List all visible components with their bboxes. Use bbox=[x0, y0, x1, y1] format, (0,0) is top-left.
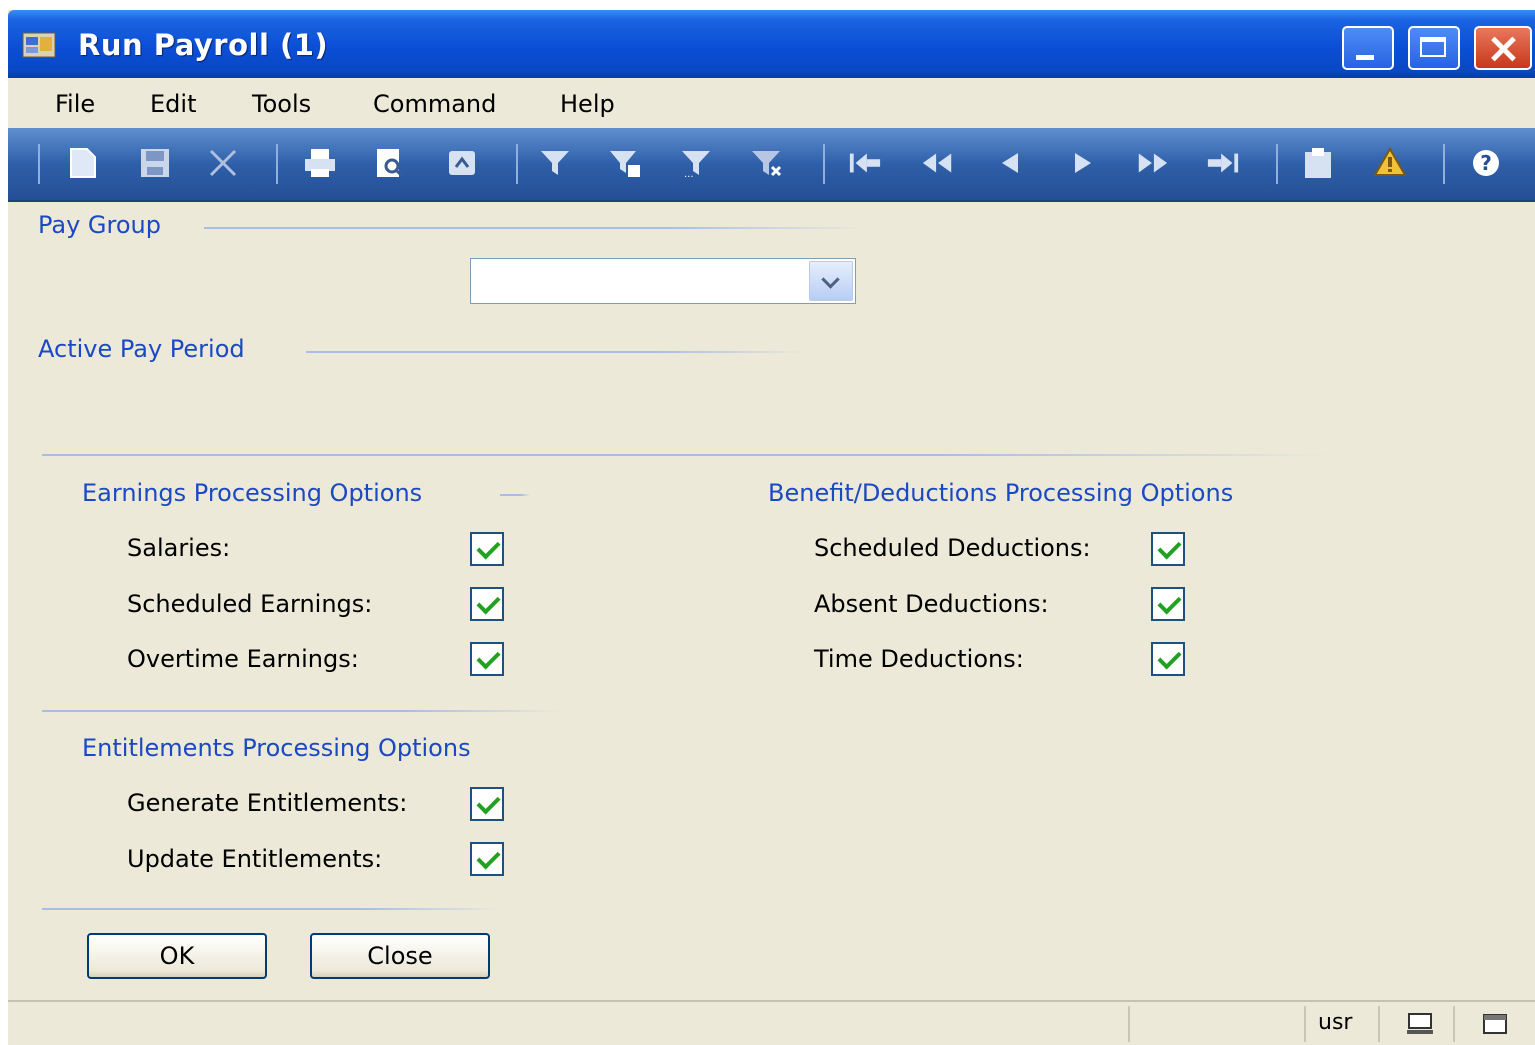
toolbar-separator bbox=[1276, 144, 1278, 184]
menu-file[interactable]: File bbox=[55, 90, 95, 118]
active-pay-period-title: Active Pay Period bbox=[38, 335, 245, 363]
menu-command[interactable]: Command bbox=[373, 90, 496, 118]
chevron-down-icon[interactable] bbox=[809, 261, 853, 301]
svg-text:...: ... bbox=[684, 169, 694, 179]
status-separator bbox=[1304, 1006, 1306, 1042]
overtime-earnings-checkbox[interactable] bbox=[470, 642, 504, 676]
toolbar-separator bbox=[38, 144, 40, 184]
app-icon bbox=[22, 32, 56, 58]
scheduled-earnings-checkbox[interactable] bbox=[470, 587, 504, 621]
toolbar-separator bbox=[516, 144, 518, 184]
pay-group-dropdown[interactable] bbox=[470, 258, 856, 304]
close-window-button[interactable] bbox=[1474, 26, 1532, 70]
deductions-options-title: Benefit/Deductions Processing Options bbox=[768, 479, 1234, 507]
run-payroll-window: Run Payroll (1) File Edit Tools Command … bbox=[8, 10, 1535, 1045]
section-divider bbox=[42, 454, 1332, 456]
print-icon[interactable] bbox=[303, 146, 337, 180]
scheduled-deductions-label: Scheduled Deductions: bbox=[814, 534, 1091, 562]
status-separator bbox=[1453, 1006, 1455, 1042]
new-icon[interactable] bbox=[66, 146, 100, 180]
next-page-icon[interactable] bbox=[1135, 146, 1169, 180]
entitlements-options-title: Entitlements Processing Options bbox=[82, 734, 471, 762]
print-preview-icon[interactable] bbox=[373, 146, 407, 180]
next-record-icon[interactable] bbox=[1066, 146, 1100, 180]
window-title: Run Payroll (1) bbox=[78, 28, 329, 62]
network-icon bbox=[1407, 1013, 1433, 1034]
time-deductions-checkbox[interactable] bbox=[1151, 642, 1185, 676]
ok-button[interactable]: OK bbox=[87, 933, 267, 979]
toolbar: ... ? bbox=[8, 128, 1535, 202]
update-entitlements-checkbox[interactable] bbox=[470, 842, 504, 876]
earnings-options-title: Earnings Processing Options bbox=[82, 479, 423, 507]
salaries-checkbox[interactable] bbox=[470, 532, 504, 566]
section-divider bbox=[306, 351, 806, 353]
generate-entitlements-label: Generate Entitlements: bbox=[127, 789, 408, 817]
section-divider bbox=[204, 227, 864, 229]
status-separator bbox=[1128, 1006, 1130, 1042]
title-bar[interactable]: Run Payroll (1) bbox=[8, 10, 1535, 78]
status-bar: usr bbox=[8, 1000, 1535, 1045]
alert-bell-icon[interactable] bbox=[1373, 146, 1407, 180]
menu-edit[interactable]: Edit bbox=[150, 90, 196, 118]
clear-filter-icon[interactable] bbox=[750, 146, 784, 180]
delete-icon[interactable] bbox=[206, 146, 240, 180]
first-record-icon[interactable] bbox=[848, 146, 882, 180]
update-entitlements-label: Update Entitlements: bbox=[127, 845, 383, 873]
overtime-earnings-label: Overtime Earnings: bbox=[127, 645, 359, 673]
filter-more-icon[interactable]: ... bbox=[680, 146, 714, 180]
filter-icon[interactable] bbox=[538, 146, 572, 180]
scheduled-earnings-label: Scheduled Earnings: bbox=[127, 590, 373, 618]
status-separator bbox=[1378, 1006, 1380, 1042]
help-icon[interactable]: ? bbox=[1469, 146, 1503, 180]
previous-page-icon[interactable] bbox=[921, 146, 955, 180]
previous-record-icon[interactable] bbox=[993, 146, 1027, 180]
clipboard-icon[interactable] bbox=[1301, 146, 1335, 180]
menu-help[interactable]: Help bbox=[560, 90, 615, 118]
time-deductions-label: Time Deductions: bbox=[814, 645, 1024, 673]
section-divider bbox=[42, 908, 502, 910]
generate-entitlements-checkbox[interactable] bbox=[470, 787, 504, 821]
status-user: usr bbox=[1318, 1010, 1353, 1035]
absent-deductions-label: Absent Deductions: bbox=[814, 590, 1049, 618]
maximize-button[interactable] bbox=[1408, 26, 1460, 70]
toolbar-separator bbox=[823, 144, 825, 184]
minimize-button[interactable] bbox=[1342, 26, 1394, 70]
database-icon bbox=[1483, 1014, 1507, 1034]
absent-deductions-checkbox[interactable] bbox=[1151, 587, 1185, 621]
menu-bar: File Edit Tools Command Help bbox=[8, 78, 1535, 128]
last-record-icon[interactable] bbox=[1206, 146, 1240, 180]
save-icon[interactable] bbox=[138, 146, 172, 180]
svg-text:?: ? bbox=[1480, 151, 1492, 175]
salaries-label: Salaries: bbox=[127, 534, 231, 562]
section-divider bbox=[500, 494, 530, 496]
close-button[interactable]: Close bbox=[310, 933, 490, 979]
toolbar-separator bbox=[1443, 144, 1445, 184]
scheduled-deductions-checkbox[interactable] bbox=[1151, 532, 1185, 566]
section-divider bbox=[42, 710, 562, 712]
toolbar-separator bbox=[276, 144, 278, 184]
filter-edit-icon[interactable] bbox=[608, 146, 642, 180]
pay-group-title: Pay Group bbox=[38, 211, 161, 239]
menu-tools[interactable]: Tools bbox=[252, 90, 311, 118]
export-icon[interactable] bbox=[445, 146, 479, 180]
